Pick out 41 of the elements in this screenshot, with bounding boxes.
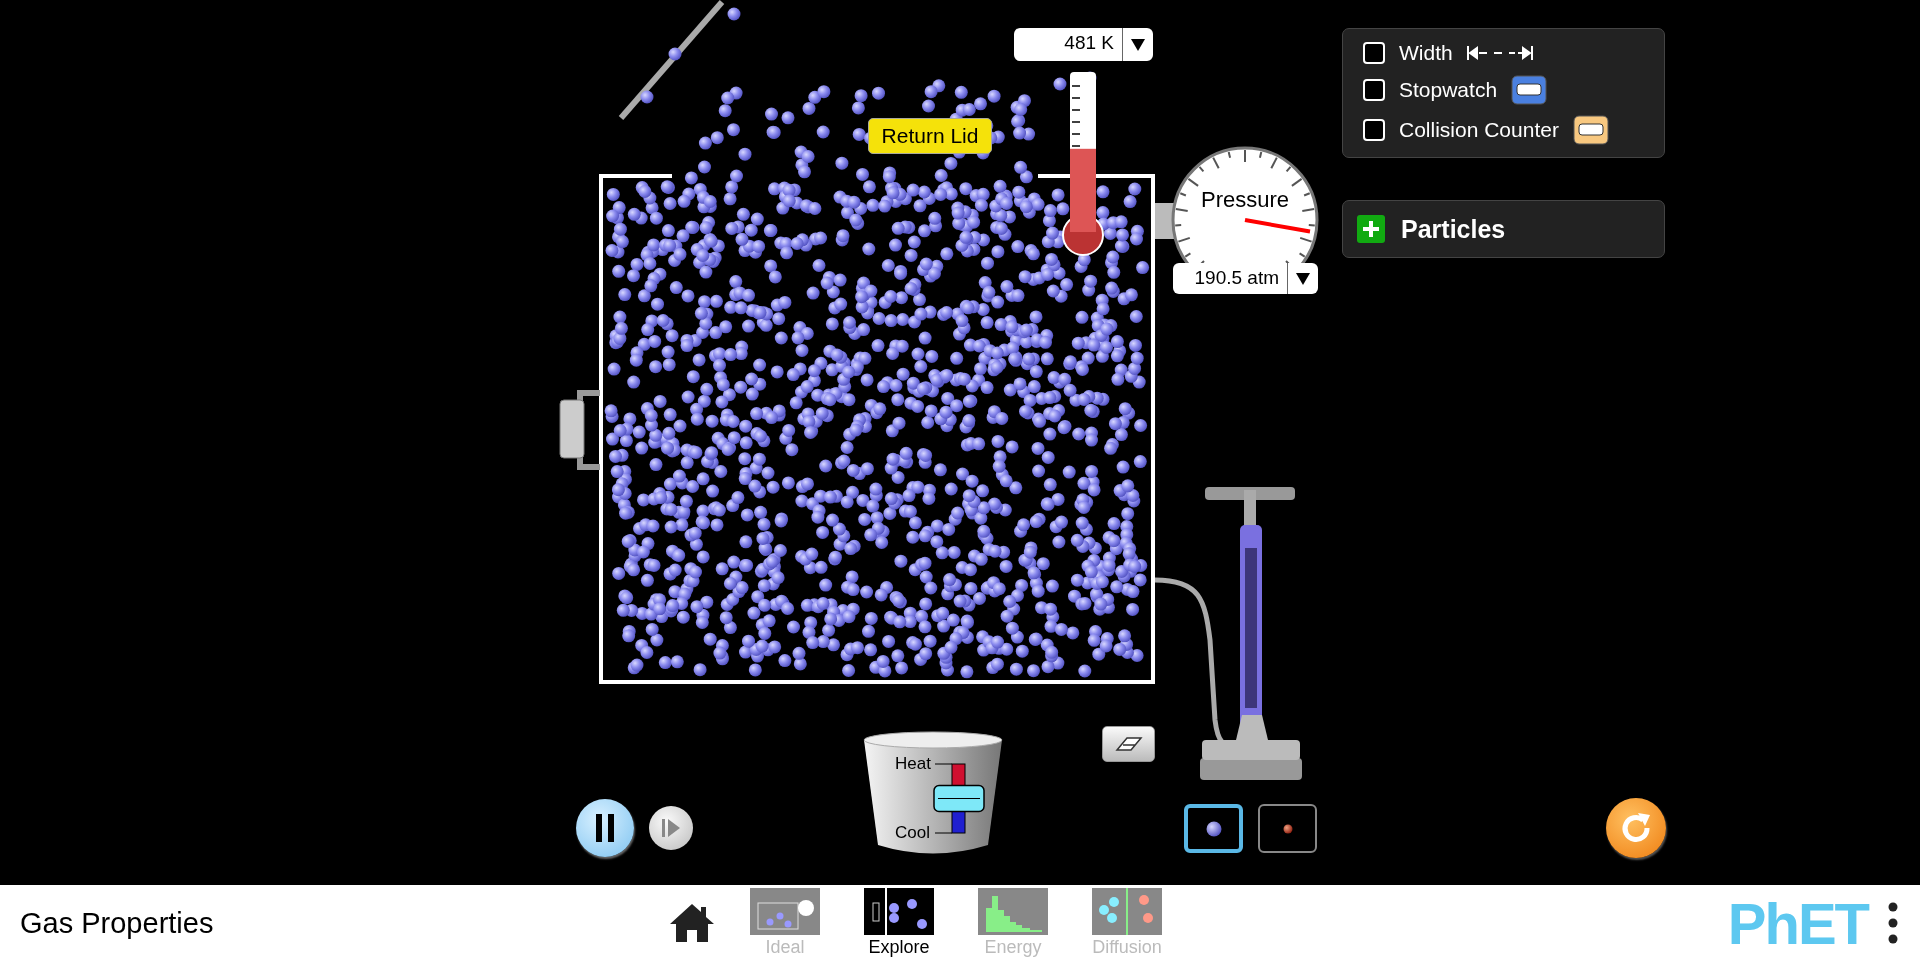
checkbox[interactable] <box>1363 42 1385 64</box>
temperature-readout[interactable]: 481 K <box>1014 28 1153 61</box>
pressure-readout[interactable]: 190.5 atm <box>1173 263 1318 294</box>
option-label[interactable]: Stopwatch <box>1399 78 1498 102</box>
option-label[interactable]: Width <box>1399 41 1453 65</box>
screen-tab[interactable]: Explore <box>856 888 942 958</box>
checkbox[interactable] <box>1363 79 1385 101</box>
sim-title: Gas Properties <box>19 906 215 940</box>
histogram-icon <box>978 888 1048 935</box>
particle-type-button[interactable] <box>1184 804 1243 853</box>
particle-icon <box>1282 823 1293 834</box>
cool-label: Cool <box>895 823 930 842</box>
return-lid-button[interactable]: Return Lid <box>868 118 992 154</box>
eraser-icon <box>1114 735 1143 753</box>
dropdown-icon[interactable] <box>1131 38 1145 51</box>
heat-label: Heat <box>895 754 931 773</box>
step-button[interactable] <box>649 806 693 850</box>
gauge-label: Pressure <box>1201 187 1289 212</box>
particle-type-button[interactable] <box>1258 804 1317 853</box>
checkbox[interactable] <box>1363 119 1385 141</box>
step-icon <box>661 818 681 838</box>
pause-button[interactable] <box>576 799 634 857</box>
particle-icon <box>1205 820 1222 837</box>
reset-icon <box>1619 811 1653 845</box>
option-label[interactable]: Collision Counter <box>1399 118 1559 142</box>
home-icon[interactable] <box>668 902 716 944</box>
heat-cool-thumb[interactable] <box>933 784 985 813</box>
menu-icon[interactable] <box>1888 901 1898 945</box>
width-arrow-icon <box>1466 45 1533 61</box>
gas-box-icon <box>750 888 820 935</box>
eraser-button[interactable] <box>1102 726 1155 762</box>
panel-title: Particles <box>1401 214 1506 244</box>
expand-icon[interactable] <box>1357 215 1385 243</box>
dropdown-icon[interactable] <box>1296 272 1310 285</box>
counter-icon <box>1572 115 1609 145</box>
divided-box-icon <box>1092 888 1162 935</box>
particles-icon <box>864 888 934 935</box>
pause-icon <box>593 814 617 842</box>
particles-panel[interactable]: Particles <box>1342 200 1665 258</box>
reset-button[interactable] <box>1606 798 1666 858</box>
stopwatch-icon <box>1511 75 1548 105</box>
